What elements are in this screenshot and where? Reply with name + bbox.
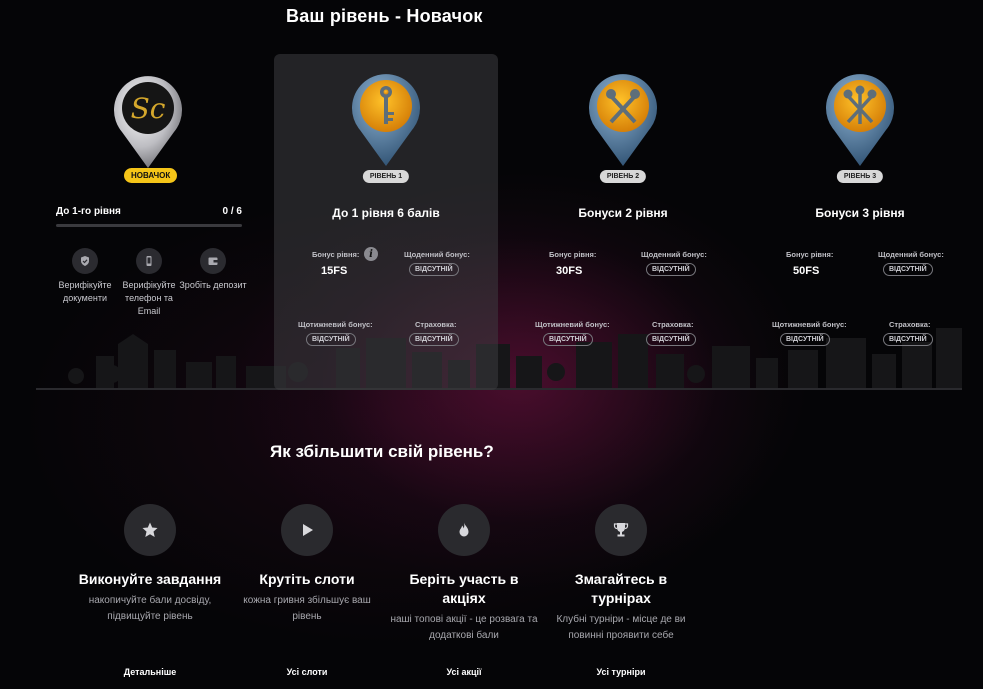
level-bonus-value: 50FS xyxy=(793,265,820,277)
level-card-1: РІВЕНЬ 1 До 1 рівня 6 балів Бонус рівня:… xyxy=(274,54,498,390)
weekly-bonus-value: ВІДСУТНІЙ xyxy=(543,333,593,346)
way-title: Крутіть слоти xyxy=(259,571,355,587)
current-level-badge: НОВАЧОК xyxy=(124,168,178,183)
crossed-keys-icon xyxy=(589,74,657,166)
insurance-label: Страховка: xyxy=(652,320,694,329)
way-tournaments: Змагайтесь в турнірах Клубні турніри - м… xyxy=(546,504,696,677)
task-label: Верифікуйте документи xyxy=(58,280,112,303)
insurance-label: Страховка: xyxy=(889,320,931,329)
key-icon xyxy=(352,74,420,166)
way-description: наші топові акції - це розвага та додатк… xyxy=(390,614,538,641)
daily-bonus-value: ВІДСУТНІЙ xyxy=(883,263,933,276)
page-title: Ваш рівень - Новачок xyxy=(286,6,483,26)
daily-bonus-label: Щоденний бонус: xyxy=(878,250,944,259)
weekly-bonus-value: ВІДСУТНІЙ xyxy=(306,333,356,346)
level-card-2: РІВЕНЬ 2 Бонуси 2 рівня Бонус рівня: 30F… xyxy=(511,54,735,390)
level-bonus-value: 15FS xyxy=(321,265,348,277)
way-promotions: Беріть участь в акціях наші топові акції… xyxy=(389,504,539,677)
weekly-bonus-label: Щотижневий бонус: xyxy=(298,320,373,329)
daily-bonus-value: ВІДСУТНІЙ xyxy=(646,263,696,276)
way-title: Беріть участь в акціях xyxy=(409,571,519,606)
novice-level-icon: Sc xyxy=(114,76,182,168)
all-promotions-link[interactable]: Усі акції xyxy=(389,667,539,677)
details-link[interactable]: Детальніше xyxy=(75,667,225,677)
way-title: Змагайтесь в турнірах xyxy=(574,571,668,606)
weekly-bonus-label: Щотижневий бонус: xyxy=(535,320,610,329)
phone-icon xyxy=(136,248,162,274)
level-badge: РІВЕНЬ 3 xyxy=(836,170,884,183)
task-make-deposit[interactable]: Зробіть депозит xyxy=(178,248,248,292)
insurance-label: Страховка: xyxy=(415,320,457,329)
level-card-3: РІВЕНЬ 3 Бонуси 3 рівня Бонус рівня: 50F… xyxy=(748,54,972,390)
all-slots-link[interactable]: Усі слоти xyxy=(232,667,382,677)
shield-check-icon xyxy=(72,248,98,274)
insurance-value: ВІДСУТНІЙ xyxy=(409,333,459,346)
level-title: До 1 рівня 6 балів xyxy=(332,206,440,220)
svg-text:Sc: Sc xyxy=(131,92,166,125)
way-description: кожна гривня збільшує ваш рівень xyxy=(243,595,371,622)
level-title: Бонуси 2 рівня xyxy=(578,206,668,220)
way-description: накопичуйте бали досвіду, підвищуйте рів… xyxy=(88,595,212,622)
task-verify-phone[interactable]: Верифікуйте телефон та Email xyxy=(114,248,184,318)
level-bonus-label: Бонус рівня: xyxy=(549,250,597,259)
task-label: Верифікуйте телефон та Email xyxy=(122,280,176,316)
level-badge: РІВЕНЬ 1 xyxy=(362,170,410,183)
way-tasks: Виконуйте завдання накопичуйте бали досв… xyxy=(75,504,225,677)
trophy-icon xyxy=(595,504,647,556)
star-icon xyxy=(124,504,176,556)
task-label: Зробіть депозит xyxy=(179,280,247,290)
daily-bonus-label: Щоденний бонус: xyxy=(641,250,707,259)
way-title: Виконуйте завдання xyxy=(78,571,222,587)
play-icon xyxy=(281,504,333,556)
info-icon[interactable]: i xyxy=(364,247,378,261)
triple-keys-icon xyxy=(826,74,894,166)
level-bonus-label: Бонус рівня: xyxy=(786,250,834,259)
weekly-bonus-label: Щотижневий бонус: xyxy=(772,320,847,329)
all-tournaments-link[interactable]: Усі турніри xyxy=(546,667,696,677)
insurance-value: ВІДСУТНІЙ xyxy=(646,333,696,346)
progress-bar xyxy=(56,224,242,227)
progress-label: До 1-го рівня xyxy=(56,206,121,217)
level-title: Бонуси 3 рівня xyxy=(815,206,905,220)
section-title: Як збільшити свій рівень? xyxy=(270,442,494,461)
fire-icon xyxy=(438,504,490,556)
level-bonus-value: 30FS xyxy=(556,265,583,277)
way-description: Клубні турніри - місце де ви повинні про… xyxy=(556,614,686,641)
weekly-bonus-value: ВІДСУТНІЙ xyxy=(780,333,830,346)
daily-bonus-label: Щоденний бонус: xyxy=(404,250,470,259)
insurance-value: ВІДСУТНІЙ xyxy=(883,333,933,346)
way-slots: Крутіть слоти кожна гривня збільшує ваш … xyxy=(232,504,382,677)
progress-count: 0 / 6 xyxy=(222,206,242,217)
task-verify-documents[interactable]: Верифікуйте документи xyxy=(50,248,120,305)
daily-bonus-value: ВІДСУТНІЙ xyxy=(409,263,459,276)
wallet-icon xyxy=(200,248,226,274)
level-badge: РІВЕНЬ 2 xyxy=(599,170,647,183)
level-bonus-label: Бонус рівня: xyxy=(312,250,360,259)
